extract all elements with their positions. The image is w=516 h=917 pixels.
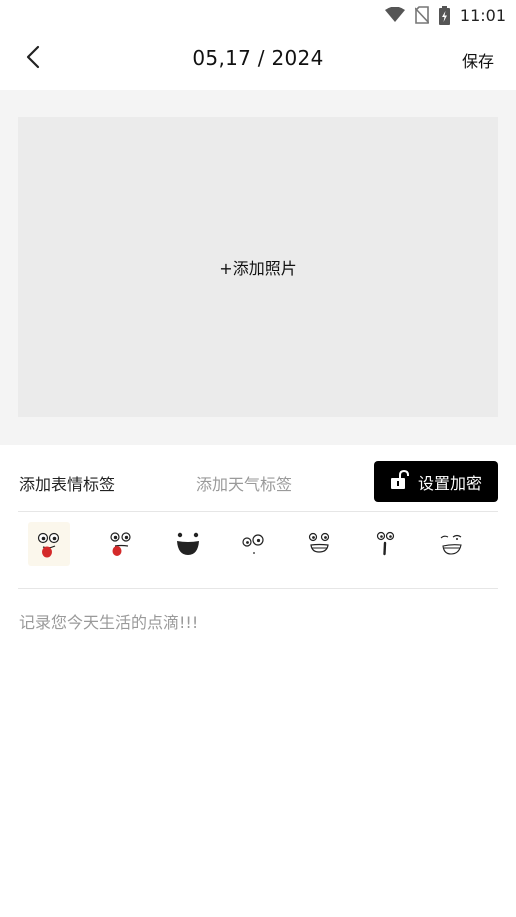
unlock-icon [390, 469, 410, 494]
page-title: 05,17 / 2024 [192, 46, 324, 70]
status-bar: 11:01 [0, 0, 516, 30]
divider [18, 588, 498, 589]
divider [18, 511, 498, 512]
save-button[interactable]: 保存 [462, 48, 494, 72]
diary-note-input[interactable]: 记录您今天生活的点滴!!! [19, 609, 497, 633]
add-weather-tag-button[interactable]: 添加天气标签 [196, 471, 292, 495]
mood-emoji-row [18, 522, 498, 568]
set-encryption-button[interactable]: 设置加密 [374, 461, 498, 502]
top-app-bar: 05,17 / 2024 保存 [0, 30, 516, 90]
grin-face-icon[interactable] [167, 522, 209, 566]
teeth-grimace-face-icon[interactable] [299, 522, 341, 566]
add-mood-tag-button[interactable]: 添加表情标签 [19, 471, 115, 495]
tag-row: 添加表情标签 添加天气标签 设置加密 [0, 460, 516, 502]
battery-charging-icon [438, 5, 450, 25]
wink-tongue-face-icon[interactable] [100, 522, 142, 566]
add-photo-button[interactable]: +添加照片 [18, 117, 498, 417]
set-encryption-label: 设置加密 [417, 473, 482, 493]
confused-face-icon[interactable] [233, 522, 275, 566]
no-sim-icon [414, 6, 429, 24]
smirk-face-icon[interactable] [431, 522, 473, 566]
tongue-out-face-icon[interactable] [28, 522, 70, 566]
status-time: 11:01 [459, 5, 506, 25]
wifi-icon [384, 7, 405, 23]
surprised-face-icon[interactable] [365, 522, 407, 566]
add-photo-label: +添加照片 [219, 259, 297, 278]
photo-section: +添加照片 [0, 90, 516, 445]
